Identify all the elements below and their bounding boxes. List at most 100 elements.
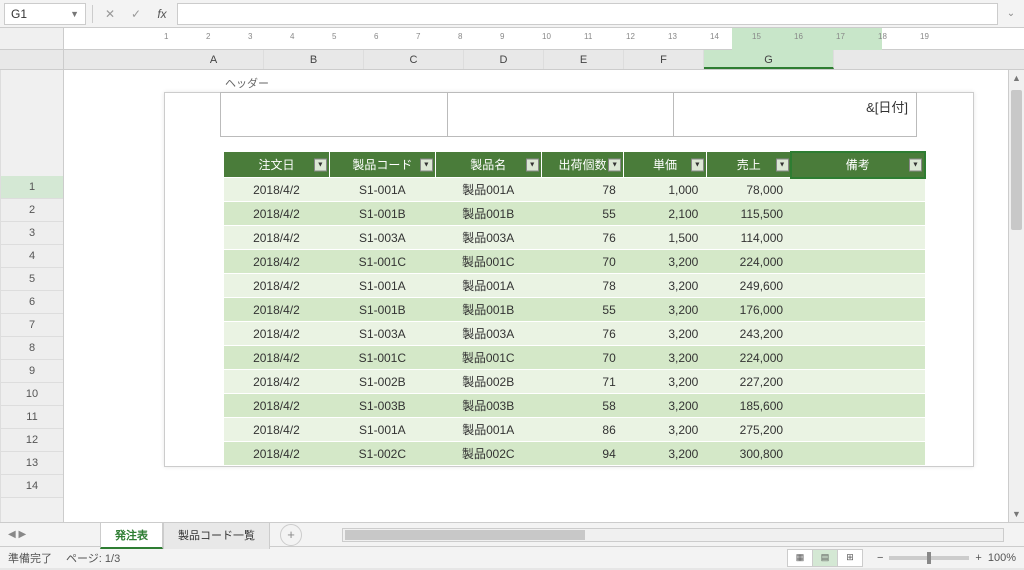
table-cell[interactable]: 115,500 (706, 202, 791, 226)
select-all-corner[interactable] (0, 50, 63, 70)
table-cell[interactable]: S1-001A (329, 178, 435, 202)
table-cell[interactable]: S1-001B (329, 298, 435, 322)
table-cell[interactable]: 製品001C (435, 250, 541, 274)
sheet-tab[interactable]: 発注表 (100, 522, 163, 549)
table-cell[interactable]: S1-001C (329, 250, 435, 274)
table-cell[interactable]: 2018/4/2 (224, 394, 330, 418)
table-cell[interactable]: 製品001A (435, 418, 541, 442)
table-cell[interactable]: 224,000 (706, 250, 791, 274)
table-cell[interactable]: 2018/4/2 (224, 250, 330, 274)
horizontal-scrollbar[interactable] (342, 528, 1004, 542)
table-cell[interactable]: S1-003A (329, 322, 435, 346)
table-header[interactable]: 注文日▼ (224, 152, 330, 178)
row-header-5[interactable]: 5 (1, 268, 63, 291)
table-cell[interactable]: 2,100 (624, 202, 707, 226)
confirm-button[interactable]: ✓ (125, 3, 147, 25)
zoom-knob[interactable] (927, 552, 931, 564)
table-cell[interactable]: 製品002C (435, 442, 541, 466)
scroll-down-icon[interactable]: ▼ (1009, 506, 1024, 522)
filter-dropdown-icon[interactable]: ▼ (314, 158, 327, 171)
table-cell[interactable]: 3,200 (624, 418, 707, 442)
table-cell[interactable]: 製品001A (435, 274, 541, 298)
table-cell[interactable]: 76 (541, 226, 624, 250)
table-cell[interactable] (791, 370, 924, 394)
table-cell[interactable] (791, 322, 924, 346)
vertical-scrollbar[interactable]: ▲ ▼ (1008, 70, 1024, 522)
table-cell[interactable] (791, 298, 924, 322)
view-page-layout-button[interactable]: ▤ (812, 549, 838, 567)
table-cell[interactable]: 製品003A (435, 226, 541, 250)
table-cell[interactable]: 70 (541, 250, 624, 274)
row-header-10[interactable]: 10 (1, 383, 63, 406)
table-cell[interactable]: 3,200 (624, 346, 707, 370)
table-cell[interactable] (791, 250, 924, 274)
table-cell[interactable]: 製品001A (435, 178, 541, 202)
cancel-button[interactable]: ✕ (99, 3, 121, 25)
view-page-break-button[interactable]: ⊞ (837, 549, 863, 567)
filter-dropdown-icon[interactable]: ▼ (691, 158, 704, 171)
row-header-14[interactable]: 14 (1, 475, 63, 498)
scroll-thumb[interactable] (1011, 90, 1022, 230)
table-cell[interactable]: 製品001B (435, 298, 541, 322)
table-cell[interactable]: 製品001C (435, 346, 541, 370)
formula-input[interactable] (177, 3, 998, 25)
row-header-3[interactable]: 3 (1, 222, 63, 245)
table-cell[interactable]: 1,000 (624, 178, 707, 202)
zoom-slider[interactable] (889, 556, 969, 560)
table-header[interactable]: 備考▼ (791, 152, 924, 178)
tab-nav[interactable]: ◀ ▶ (8, 529, 26, 540)
column-header-G[interactable]: G (704, 50, 834, 69)
table-cell[interactable]: 185,600 (706, 394, 791, 418)
row-header-11[interactable]: 11 (1, 406, 63, 429)
column-header-E[interactable]: E (544, 50, 624, 69)
scroll-up-icon[interactable]: ▲ (1009, 70, 1024, 86)
row-header-12[interactable]: 12 (1, 429, 63, 452)
table-cell[interactable]: 3,200 (624, 394, 707, 418)
chevron-down-icon[interactable]: ▼ (70, 9, 79, 19)
table-cell[interactable]: 86 (541, 418, 624, 442)
filter-dropdown-icon[interactable]: ▼ (608, 158, 621, 171)
table-cell[interactable] (791, 202, 924, 226)
table-cell[interactable]: S1-001B (329, 202, 435, 226)
table-cell[interactable]: 3,200 (624, 274, 707, 298)
table-cell[interactable]: S1-001A (329, 418, 435, 442)
row-header-2[interactable]: 2 (1, 199, 63, 222)
fx-button[interactable]: fx (151, 3, 173, 25)
table-cell[interactable] (791, 442, 924, 466)
table-cell[interactable] (791, 346, 924, 370)
table-cell[interactable]: 300,800 (706, 442, 791, 466)
table-cell[interactable]: 3,200 (624, 250, 707, 274)
table-cell[interactable]: 2018/4/2 (224, 178, 330, 202)
table-cell[interactable]: 249,600 (706, 274, 791, 298)
header-center[interactable] (447, 92, 675, 137)
table-cell[interactable]: 114,000 (706, 226, 791, 250)
table-cell[interactable]: 2018/4/2 (224, 370, 330, 394)
table-header[interactable]: 製品コード▼ (329, 152, 435, 178)
table-cell[interactable]: S1-001A (329, 274, 435, 298)
table-cell[interactable]: 76 (541, 322, 624, 346)
table-cell[interactable] (791, 178, 924, 202)
table-cell[interactable]: S1-003B (329, 394, 435, 418)
table-cell[interactable]: 224,000 (706, 346, 791, 370)
zoom-out-button[interactable]: − (877, 552, 883, 564)
table-cell[interactable]: 58 (541, 394, 624, 418)
hscroll-thumb[interactable] (345, 530, 585, 540)
filter-dropdown-icon[interactable]: ▼ (526, 158, 539, 171)
table-cell[interactable]: 2018/4/2 (224, 202, 330, 226)
column-header-D[interactable]: D (464, 50, 544, 69)
table-cell[interactable]: 2018/4/2 (224, 298, 330, 322)
table-cell[interactable]: 製品003B (435, 394, 541, 418)
row-header-1[interactable]: 1 (1, 176, 63, 199)
header-right[interactable]: &[日付] (673, 92, 917, 137)
name-box[interactable]: G1 ▼ (4, 3, 86, 25)
column-header-C[interactable]: C (364, 50, 464, 69)
table-cell[interactable]: S1-002C (329, 442, 435, 466)
row-header-9[interactable]: 9 (1, 360, 63, 383)
table-cell[interactable]: 94 (541, 442, 624, 466)
sheet-tab[interactable]: 製品コード一覧 (163, 522, 270, 549)
row-header-6[interactable]: 6 (1, 291, 63, 314)
table-cell[interactable]: 2018/4/2 (224, 418, 330, 442)
filter-dropdown-icon[interactable]: ▼ (909, 158, 922, 171)
table-cell[interactable]: 2018/4/2 (224, 322, 330, 346)
table-cell[interactable]: 275,200 (706, 418, 791, 442)
